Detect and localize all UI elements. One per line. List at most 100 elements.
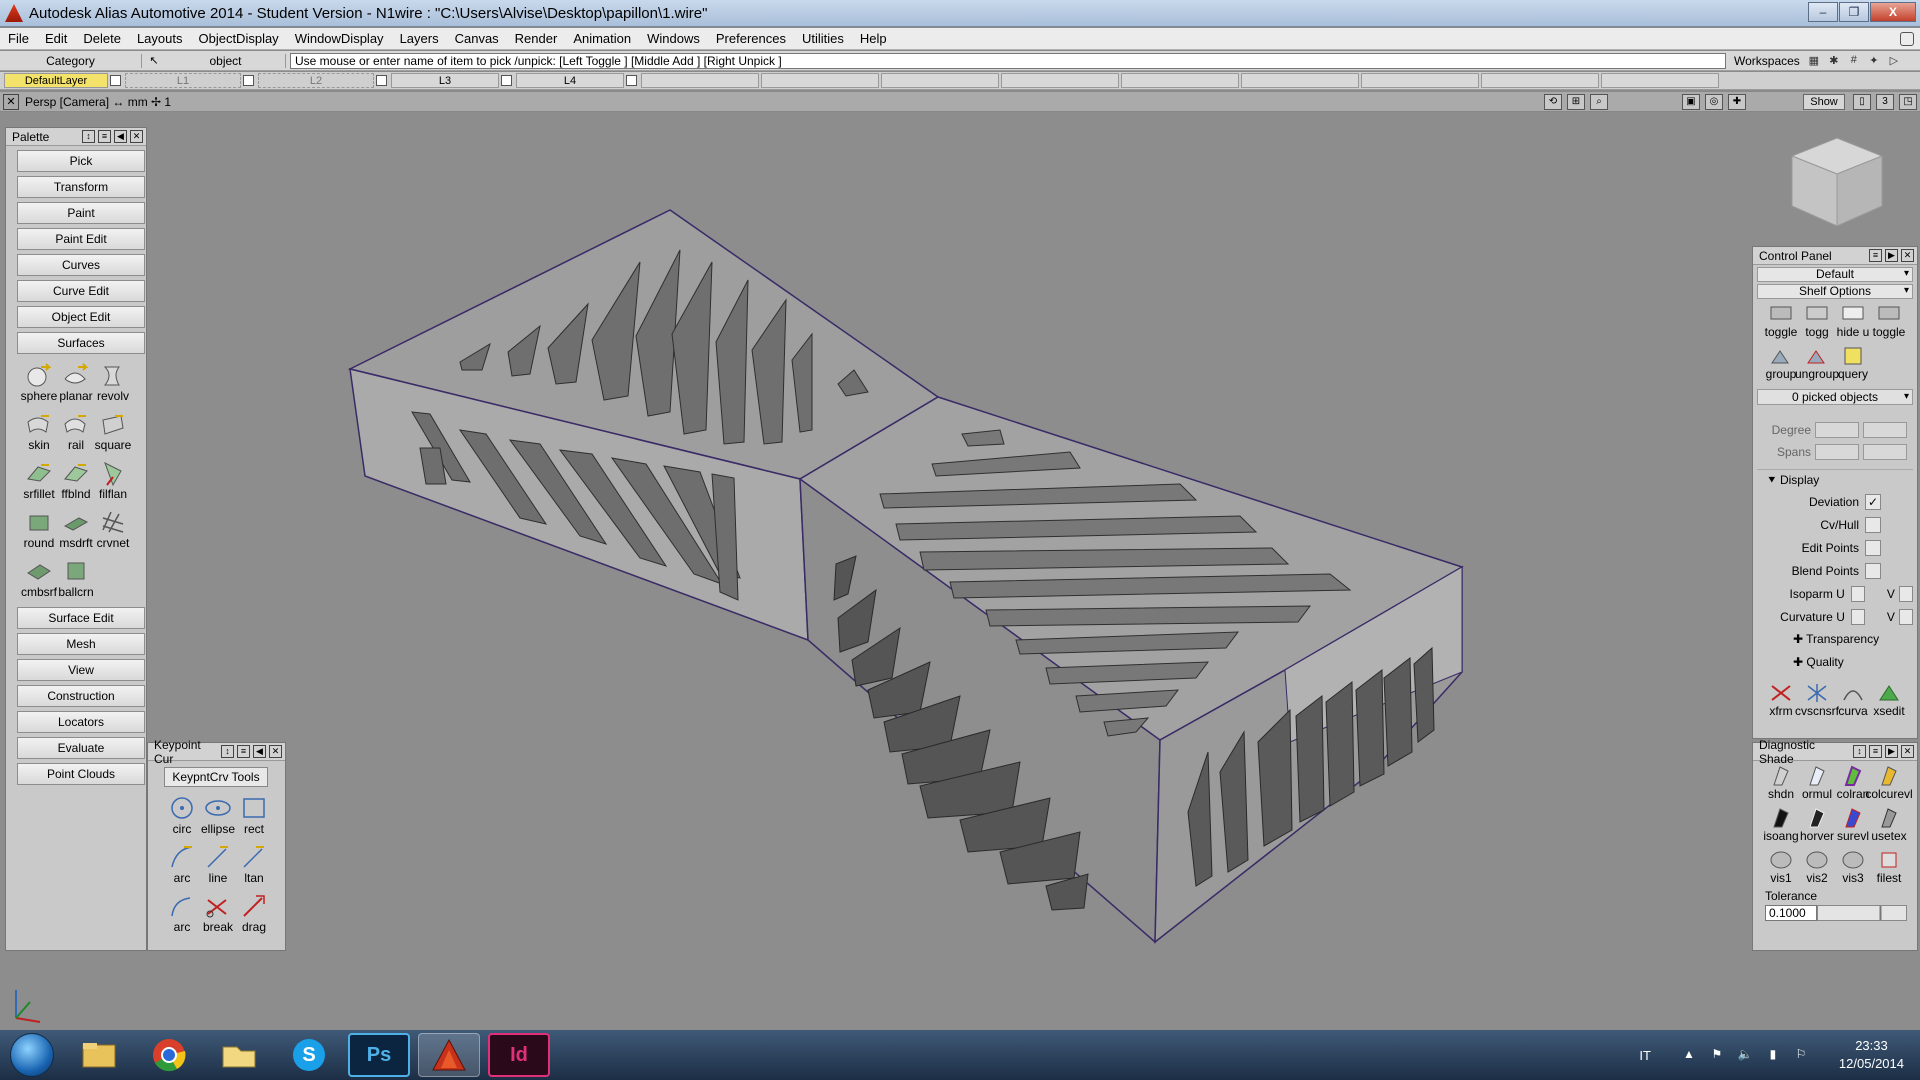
- category-selector[interactable]: Category: [0, 53, 142, 68]
- display-section-header[interactable]: ⯆ Display: [1757, 470, 1913, 490]
- ltan-tool[interactable]: ltan: [236, 840, 272, 889]
- taskbar-indesign[interactable]: Id: [488, 1033, 550, 1077]
- palette-construction-button[interactable]: Construction: [17, 685, 145, 707]
- curvature-v-checkbox[interactable]: [1898, 608, 1913, 625]
- network-adapter-icon[interactable]: ⚑: [1709, 1047, 1725, 1063]
- cmbsrf-tool[interactable]: cmbsrf: [21, 554, 57, 603]
- diagnostic-resize-icon[interactable]: ↕: [1853, 745, 1866, 758]
- isoangle-tool[interactable]: isoang: [1763, 805, 1799, 845]
- layer-slot[interactable]: [1121, 73, 1239, 88]
- control-panel-menu-icon[interactable]: ≡: [1869, 249, 1882, 262]
- layer-slot[interactable]: [761, 73, 879, 88]
- layer-slot[interactable]: [1241, 73, 1359, 88]
- layout-single-icon[interactable]: ▯: [1853, 94, 1871, 110]
- shelf-xsedit-tool[interactable]: xsedit: [1871, 680, 1907, 720]
- keypoint-menu-icon[interactable]: ≡: [237, 745, 250, 758]
- workspaces-label[interactable]: Workspaces: [1734, 54, 1800, 68]
- use-texture-tool[interactable]: usetex: [1871, 805, 1907, 845]
- palette-curve-edit-button[interactable]: Curve Edit: [17, 280, 145, 302]
- minimize-button[interactable]: –: [1808, 2, 1838, 22]
- arc-tool[interactable]: arc: [164, 840, 200, 889]
- palette-paint-button[interactable]: Paint: [17, 202, 145, 224]
- shelf-options-dropdown[interactable]: Shelf Options: [1757, 284, 1913, 299]
- picked-objects-dropdown[interactable]: 0 picked objects: [1757, 389, 1913, 405]
- layer-l3[interactable]: L3: [391, 73, 499, 88]
- palette-paint-edit-button[interactable]: Paint Edit: [17, 228, 145, 250]
- prompt-input[interactable]: Use mouse or enter name of item to pick …: [290, 52, 1726, 69]
- palette-pick-button[interactable]: Pick: [17, 150, 145, 172]
- menu-layers[interactable]: Layers: [392, 31, 447, 46]
- show-button[interactable]: Show: [1803, 94, 1845, 110]
- surface-eval-tool[interactable]: surevl: [1835, 805, 1871, 845]
- palette-curves-button[interactable]: Curves: [17, 254, 145, 276]
- shelf-group-tool[interactable]: group: [1763, 343, 1799, 383]
- shade-icon[interactable]: ◎: [1705, 94, 1723, 110]
- palette-close-icon[interactable]: ✕: [130, 130, 143, 143]
- layer-l2-visibility[interactable]: [376, 75, 387, 86]
- deviation-checkbox[interactable]: ✓: [1865, 493, 1881, 510]
- menu-windows[interactable]: Windows: [639, 31, 708, 46]
- crvnet-tool[interactable]: crvnet: [95, 505, 131, 554]
- curvature-u-checkbox[interactable]: [1850, 608, 1865, 625]
- shelf-query-tool[interactable]: query: [1835, 343, 1871, 383]
- break-tool[interactable]: break: [200, 889, 236, 938]
- isoparm-v-checkbox[interactable]: [1898, 585, 1913, 602]
- layer-slot[interactable]: [881, 73, 999, 88]
- curvature-eval-tool[interactable]: colcurevl: [1865, 763, 1913, 803]
- revolve-tool[interactable]: revolv: [95, 358, 131, 407]
- transparency-section[interactable]: ✚ Transparency: [1757, 628, 1913, 651]
- cvhull-checkbox[interactable]: [1865, 516, 1881, 533]
- layer-slot[interactable]: [641, 73, 759, 88]
- spans-u-field[interactable]: [1815, 444, 1859, 460]
- menu-file[interactable]: File: [0, 31, 37, 46]
- palette-view-button[interactable]: View: [17, 659, 145, 681]
- round-tool[interactable]: round: [21, 505, 57, 554]
- palette-object-edit-button[interactable]: Object Edit: [17, 306, 145, 328]
- square-tool[interactable]: square: [95, 407, 131, 456]
- tolerance-slider[interactable]: [1817, 905, 1907, 921]
- palette-surfaces-button[interactable]: Surfaces: [17, 332, 145, 354]
- show-hidden-icons-icon[interactable]: ▲: [1681, 1047, 1697, 1063]
- keypoint-tools-tab[interactable]: KeypntCrv Tools: [164, 767, 268, 787]
- palette-collapse-icon[interactable]: ◀: [114, 130, 127, 143]
- taskbar-photoshop[interactable]: Ps: [348, 1033, 410, 1077]
- control-panel-collapse-icon[interactable]: ▶: [1885, 249, 1898, 262]
- layer-slot[interactable]: [1001, 73, 1119, 88]
- workspace-layout-icon[interactable]: ▦: [1806, 54, 1822, 68]
- menu-render[interactable]: Render: [507, 31, 566, 46]
- preset-dropdown[interactable]: Default: [1757, 267, 1913, 282]
- taskbar-chrome[interactable]: [138, 1033, 200, 1077]
- vis2-tool[interactable]: vis2: [1799, 847, 1835, 887]
- palette-locators-button[interactable]: Locators: [17, 711, 145, 733]
- shelf-cvscnsrf-tool[interactable]: cvscnsrf: [1795, 680, 1839, 720]
- close-button[interactable]: X: [1870, 2, 1916, 22]
- tolerance-input[interactable]: 0.1000: [1765, 905, 1817, 921]
- shelf-toggle-tool[interactable]: toggle: [1763, 301, 1799, 341]
- circle-tool[interactable]: circ: [164, 791, 200, 840]
- maximize-view-icon[interactable]: ◳: [1899, 94, 1917, 110]
- start-button[interactable]: [10, 1033, 54, 1077]
- arc-tangent-tool[interactable]: arc: [164, 889, 200, 938]
- viewport-close-icon[interactable]: ✕: [3, 93, 19, 110]
- palette-evaluate-button[interactable]: Evaluate: [17, 737, 145, 759]
- layer-slot[interactable]: [1601, 73, 1719, 88]
- menu-objectdisplay[interactable]: ObjectDisplay: [190, 31, 286, 46]
- palette-mesh-button[interactable]: Mesh: [17, 633, 145, 655]
- papillon-model[interactable]: [0, 112, 1920, 1030]
- shelf-ungroup-tool[interactable]: ungroup: [1795, 343, 1839, 383]
- spans-v-field[interactable]: [1863, 444, 1907, 460]
- taskbar-folder[interactable]: [208, 1033, 270, 1077]
- rail-tool[interactable]: rail: [58, 407, 94, 456]
- workspace-tool-icon[interactable]: ✱: [1826, 54, 1842, 68]
- layer-slot[interactable]: [1361, 73, 1479, 88]
- filest-tool[interactable]: filest: [1871, 847, 1907, 887]
- palette-menu-icon[interactable]: ≡: [98, 130, 111, 143]
- rect-tool[interactable]: rect: [236, 791, 272, 840]
- workspace-magnet-icon[interactable]: ✦: [1866, 54, 1882, 68]
- clock[interactable]: 23:33 12/05/2014: [1839, 1037, 1904, 1073]
- layer-l4-visibility[interactable]: [626, 75, 637, 86]
- zoom-icon[interactable]: ⌕: [1590, 94, 1608, 110]
- perspective-viewport[interactable]: [0, 112, 1920, 1030]
- menu-edit[interactable]: Edit: [37, 31, 75, 46]
- workspace-arrow-icon[interactable]: ▷: [1886, 54, 1902, 68]
